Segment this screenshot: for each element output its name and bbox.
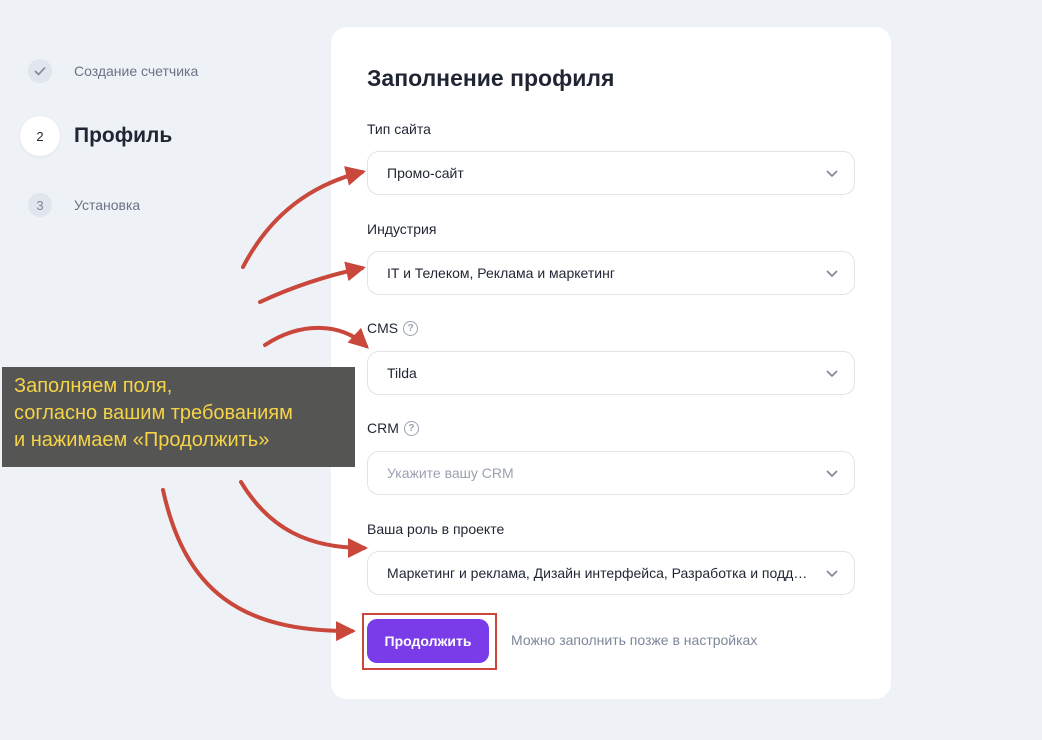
role-value: Маркетинг и реклама, Дизайн интерфейса, … [387,565,810,581]
role-label: Ваша роль в проекте [367,521,505,537]
check-icon [28,59,52,83]
step-label: Создание счетчика [74,63,199,79]
industry-label: Индустрия [367,221,437,237]
chevron-down-icon [826,170,838,178]
crm-label-text: CRM [367,420,399,436]
crm-select[interactable]: Укажите вашу CRM [367,451,855,495]
site-type-select[interactable]: Промо-сайт [367,151,855,195]
step-profile[interactable]: 2 Профиль [20,116,172,156]
step-label: Установка [74,197,141,213]
step-number: 2 [20,116,60,156]
highlight-box [362,613,497,670]
chevron-down-icon [826,570,838,578]
page-title: Заполнение профиля [367,65,615,91]
step-label: Профиль [74,124,173,147]
chevron-down-icon [826,370,838,378]
step-install[interactable]: 3 Установка [28,193,140,217]
industry-value: IT и Телеком, Реклама и маркетинг [387,265,615,281]
arrow-to-continue [161,488,356,642]
crm-label: CRM ? [367,420,419,436]
site-type-label: Тип сайта [367,121,431,137]
crm-placeholder: Укажите вашу CRM [387,465,514,481]
chevron-down-icon [826,470,838,478]
step-create-counter[interactable]: Создание счетчика [28,59,198,83]
industry-select[interactable]: IT и Телеком, Реклама и маркетинг [367,251,855,295]
chevron-down-icon [826,270,838,278]
annotation-line: согласно вашим требованиям [14,402,293,424]
site-type-value: Промо-сайт [387,165,464,181]
annotation-callout: Заполняем поля, согласно вашим требовани… [2,367,355,467]
fill-later-link[interactable]: Можно заполнить позже в настройках [511,632,757,648]
step-number: 3 [28,193,52,217]
cms-label-text: CMS [367,320,399,336]
cms-value: Tilda [387,365,417,381]
cms-label: CMS ? [367,320,419,336]
annotation-line: Заполняем поля, [14,375,173,397]
help-icon[interactable]: ? [403,320,419,336]
cms-select[interactable]: Tilda [367,351,855,395]
profile-form-card: Заполнение профиля Тип сайта Промо-сайт … [331,27,891,699]
annotation-line: и нажимаем «Продолжить» [14,429,270,451]
role-select[interactable]: Маркетинг и реклама, Дизайн интерфейса, … [367,551,855,595]
help-icon[interactable]: ? [403,420,419,436]
